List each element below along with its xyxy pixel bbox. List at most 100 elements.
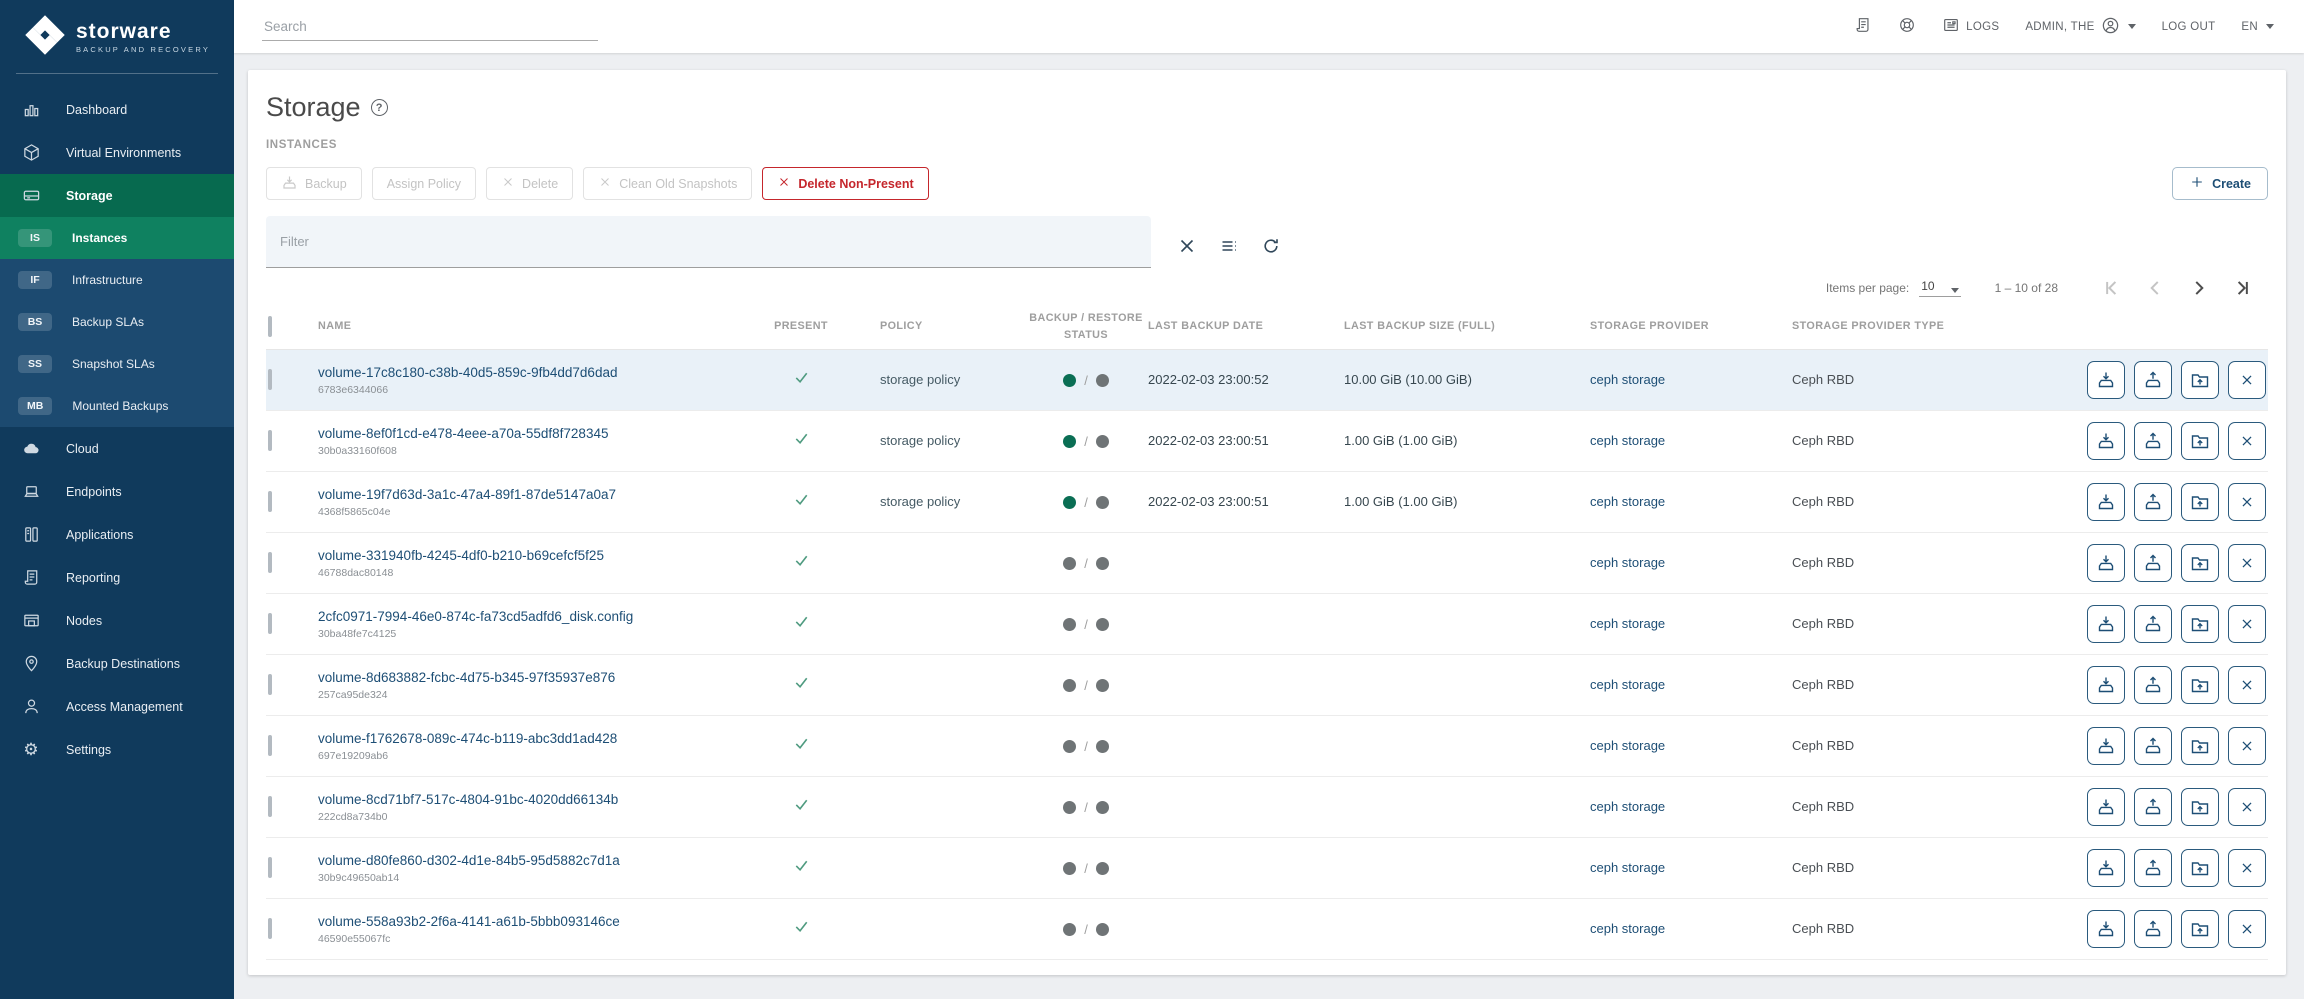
row-backup-button[interactable]	[2087, 422, 2125, 460]
support-button[interactable]	[1898, 16, 1916, 37]
sidebar-item-cloud[interactable]: Cloud	[0, 427, 234, 470]
row-restore-button[interactable]	[2134, 910, 2172, 948]
storage-provider-link[interactable]: ceph storage	[1590, 860, 1665, 875]
search-input[interactable]	[262, 13, 598, 41]
row-delete-button[interactable]	[2228, 727, 2266, 765]
sidebar-item-backup-slas[interactable]: BS Backup SLAs	[0, 301, 234, 343]
row-mount-button[interactable]	[2181, 544, 2219, 582]
previous-page-button[interactable]	[2138, 271, 2172, 305]
row-checkbox[interactable]	[268, 369, 272, 390]
row-backup-button[interactable]	[2087, 361, 2125, 399]
row-restore-button[interactable]	[2134, 483, 2172, 521]
sidebar-item-infrastructure[interactable]: IF Infrastructure	[0, 259, 234, 301]
storage-provider-link[interactable]: ceph storage	[1590, 372, 1665, 387]
instance-name-link[interactable]: volume-8d683882-fcbc-4d75-b345-97f35937e…	[318, 670, 615, 685]
select-all-checkbox[interactable]	[268, 316, 272, 337]
sidebar-item-nodes[interactable]: Nodes	[0, 599, 234, 642]
changelog-button[interactable]	[1854, 16, 1872, 37]
sidebar-item-access-management[interactable]: Access Management	[0, 685, 234, 728]
delete-non-present-button[interactable]: Delete Non-Present	[762, 167, 928, 200]
logout-button[interactable]: LOG OUT	[2162, 21, 2216, 33]
instance-name-link[interactable]: volume-331940fb-4245-4df0-b210-b69cefcf5…	[318, 548, 604, 563]
row-checkbox[interactable]	[268, 796, 272, 817]
row-restore-button[interactable]	[2134, 605, 2172, 643]
row-mount-button[interactable]	[2181, 849, 2219, 887]
row-restore-button[interactable]	[2134, 544, 2172, 582]
row-checkbox[interactable]	[268, 552, 272, 573]
row-delete-button[interactable]	[2228, 849, 2266, 887]
row-restore-button[interactable]	[2134, 849, 2172, 887]
instance-name-link[interactable]: volume-d80fe860-d302-4d1e-84b5-95d5882c7…	[318, 853, 620, 868]
row-restore-button[interactable]	[2134, 361, 2172, 399]
instance-name-link[interactable]: 2cfc0971-7994-46e0-874c-fa73cd5adfd6_dis…	[318, 609, 633, 624]
instance-name-link[interactable]: volume-8cd71bf7-517c-4804-91bc-4020dd661…	[318, 792, 618, 807]
clear-filter-button[interactable]	[1177, 236, 1197, 256]
row-backup-button[interactable]	[2087, 788, 2125, 826]
backup-button[interactable]: Backup	[266, 167, 362, 200]
row-delete-button[interactable]	[2228, 361, 2266, 399]
row-checkbox[interactable]	[268, 674, 272, 695]
assign-policy-button[interactable]: Assign Policy	[372, 167, 476, 200]
logs-button[interactable]: LOGS	[1942, 16, 1999, 37]
row-mount-button[interactable]	[2181, 727, 2219, 765]
storage-provider-link[interactable]: ceph storage	[1590, 616, 1665, 631]
row-restore-button[interactable]	[2134, 666, 2172, 704]
help-icon[interactable]: ?	[371, 99, 388, 116]
filter-input[interactable]	[280, 234, 1137, 249]
sidebar-item-snapshot-slas[interactable]: SS Snapshot SLAs	[0, 343, 234, 385]
first-page-button[interactable]	[2094, 271, 2128, 305]
row-mount-button[interactable]	[2181, 788, 2219, 826]
row-backup-button[interactable]	[2087, 666, 2125, 704]
row-backup-button[interactable]	[2087, 849, 2125, 887]
create-button[interactable]: Create	[2172, 167, 2268, 200]
instance-name-link[interactable]: volume-17c8c180-c38b-40d5-859c-9fb4dd7d6…	[318, 365, 617, 380]
row-checkbox[interactable]	[268, 613, 272, 634]
row-delete-button[interactable]	[2228, 666, 2266, 704]
row-delete-button[interactable]	[2228, 605, 2266, 643]
row-mount-button[interactable]	[2181, 422, 2219, 460]
sidebar-item-virtual-environments[interactable]: Virtual Environments	[0, 131, 234, 174]
row-backup-button[interactable]	[2087, 605, 2125, 643]
storage-provider-link[interactable]: ceph storage	[1590, 738, 1665, 753]
sidebar-item-mounted-backups[interactable]: MB Mounted Backups	[0, 385, 234, 427]
clean-old-snapshots-button[interactable]: Clean Old Snapshots	[583, 167, 752, 200]
row-backup-button[interactable]	[2087, 483, 2125, 521]
sidebar-item-endpoints[interactable]: Endpoints	[0, 470, 234, 513]
row-mount-button[interactable]	[2181, 910, 2219, 948]
row-checkbox[interactable]	[268, 918, 272, 939]
storage-provider-link[interactable]: ceph storage	[1590, 921, 1665, 936]
storage-provider-link[interactable]: ceph storage	[1590, 799, 1665, 814]
row-mount-button[interactable]	[2181, 666, 2219, 704]
sidebar-item-backup-destinations[interactable]: Backup Destinations	[0, 642, 234, 685]
row-delete-button[interactable]	[2228, 910, 2266, 948]
sidebar-item-settings[interactable]: ⚙ Settings	[0, 728, 234, 771]
next-page-button[interactable]	[2182, 271, 2216, 305]
row-checkbox[interactable]	[268, 857, 272, 878]
sidebar-item-dashboard[interactable]: Dashboard	[0, 88, 234, 131]
row-backup-button[interactable]	[2087, 910, 2125, 948]
instance-name-link[interactable]: volume-f1762678-089c-474c-b119-abc3dd1ad…	[318, 731, 617, 746]
row-mount-button[interactable]	[2181, 361, 2219, 399]
sidebar-item-reporting[interactable]: Reporting	[0, 556, 234, 599]
storage-provider-link[interactable]: ceph storage	[1590, 433, 1665, 448]
row-delete-button[interactable]	[2228, 422, 2266, 460]
last-page-button[interactable]	[2226, 271, 2260, 305]
instance-name-link[interactable]: volume-558a93b2-2f6a-4141-a61b-5bbb09314…	[318, 914, 620, 929]
row-checkbox[interactable]	[268, 491, 272, 512]
row-delete-button[interactable]	[2228, 544, 2266, 582]
row-mount-button[interactable]	[2181, 483, 2219, 521]
sidebar-item-applications[interactable]: Applications	[0, 513, 234, 556]
instance-name-link[interactable]: volume-19f7d63d-3a1c-47a4-89f1-87de5147a…	[318, 487, 616, 502]
instance-name-link[interactable]: volume-8ef0f1cd-e478-4eee-a70a-55df8f728…	[318, 426, 608, 441]
columns-button[interactable]	[1219, 236, 1239, 256]
storage-provider-link[interactable]: ceph storage	[1590, 494, 1665, 509]
row-checkbox[interactable]	[268, 735, 272, 756]
row-backup-button[interactable]	[2087, 727, 2125, 765]
row-checkbox[interactable]	[268, 430, 272, 451]
user-menu[interactable]: ADMIN, THE	[2025, 16, 2135, 38]
row-restore-button[interactable]	[2134, 788, 2172, 826]
row-delete-button[interactable]	[2228, 483, 2266, 521]
refresh-button[interactable]	[1261, 236, 1281, 256]
sidebar-item-storage[interactable]: Storage	[0, 174, 234, 217]
sidebar-item-instances[interactable]: IS Instances	[0, 217, 234, 259]
